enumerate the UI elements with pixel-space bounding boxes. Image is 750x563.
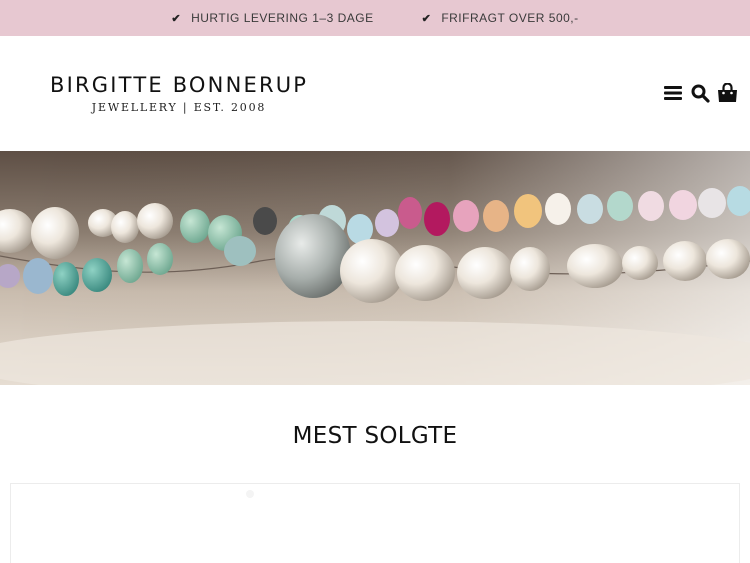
product-card[interactable]	[10, 483, 740, 563]
announcement-bar: ✔ HURTIG LEVERING 1–3 DAGE ✔ FRIFRAGT OV…	[0, 0, 750, 36]
usp-label: FRIFRAGT OVER 500,-	[441, 11, 579, 25]
usp-fast-delivery: ✔ HURTIG LEVERING 1–3 DAGE	[171, 11, 373, 25]
usp-label: HURTIG LEVERING 1–3 DAGE	[191, 11, 374, 25]
product-image-placeholder	[246, 490, 254, 498]
menu-icon[interactable]	[662, 82, 684, 104]
logo-name: BIRGITTE BONNERUP	[50, 73, 309, 97]
section-title-bestsellers: MEST SOLGTE	[292, 423, 458, 449]
header-actions	[657, 82, 738, 104]
check-icon: ✔	[171, 12, 182, 25]
shopping-bag-icon[interactable]	[716, 82, 738, 104]
hero-banner[interactable]	[0, 151, 750, 385]
site-logo[interactable]: BIRGITTE BONNERUP JEWELLERY | EST. 2008	[50, 73, 308, 114]
necklace-photo	[0, 151, 750, 385]
search-icon[interactable]	[689, 82, 711, 104]
check-icon: ✔	[421, 12, 432, 25]
site-header: BIRGITTE BONNERUP JEWELLERY | EST. 2008	[0, 36, 750, 151]
logo-tagline: JEWELLERY | EST. 2008	[91, 101, 267, 114]
usp-free-shipping: ✔ FRIFRAGT OVER 500,-	[422, 11, 579, 25]
